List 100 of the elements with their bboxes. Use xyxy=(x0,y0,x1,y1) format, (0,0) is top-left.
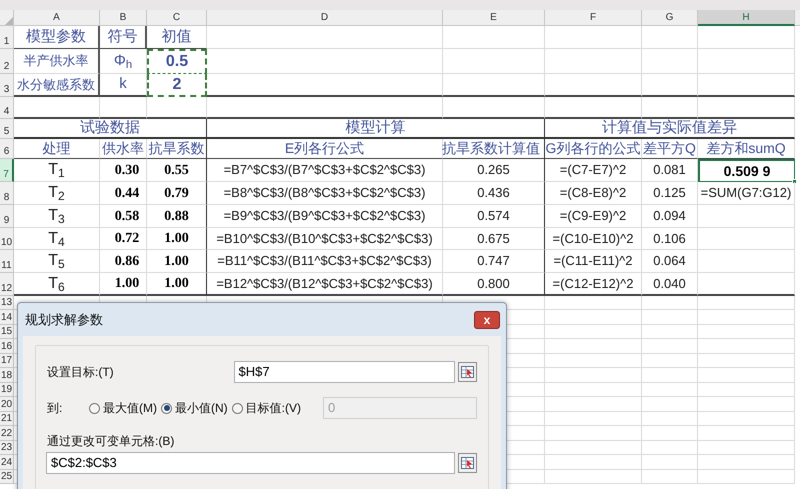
row-header[interactable]: 22 xyxy=(0,428,12,440)
treatment-label: T$_{2}$ xyxy=(48,183,65,205)
empty-cell xyxy=(642,412,698,426)
formula-text: =B11^$C$3/(B11^$C$3+$C$2^$C$3) xyxy=(217,252,432,270)
drought-coefficient: 0.79 xyxy=(164,184,189,202)
target-field[interactable]: $H$7 xyxy=(234,361,455,383)
row-header[interactable]: 25 xyxy=(0,471,12,483)
column-header[interactable]: E xyxy=(490,10,497,25)
formula-text: =B10^$C$3/(B10^$C$3+$C$2^$C$3) xyxy=(216,230,433,248)
computed-value: 0.675 xyxy=(477,230,510,248)
changing-cells-field[interactable]: $C$2:$C$3 xyxy=(46,452,455,474)
changing-cells-label: 通过更改可变单元格:(B) xyxy=(47,433,176,449)
empty-cell xyxy=(642,426,698,440)
range-picker-icon xyxy=(461,366,474,378)
column-label: 处理 xyxy=(42,139,70,158)
empty-cell xyxy=(642,339,698,354)
empty-cell xyxy=(642,97,698,119)
objective-radio[interactable]: 目标值:(V) xyxy=(232,399,302,417)
formula-text: =(C12-E12)^2 xyxy=(552,274,634,293)
section-title: 模型计算 xyxy=(346,118,406,138)
range-picker-button[interactable] xyxy=(458,362,477,382)
to-label: 到: xyxy=(47,400,64,417)
empty-cell xyxy=(642,49,698,74)
empty-cell xyxy=(642,368,698,382)
formula-text: =(C7-E7)^2 xyxy=(560,161,626,180)
row-header[interactable]: 14 xyxy=(0,312,12,324)
column-label: 差方和sumQ xyxy=(706,139,786,158)
empty-cell xyxy=(147,97,207,119)
column-header[interactable]: C xyxy=(172,10,180,25)
empty-cell xyxy=(642,470,698,484)
column-header[interactable]: B xyxy=(120,10,126,25)
row-header[interactable]: 23 xyxy=(0,442,12,454)
computed-value: 0.436 xyxy=(477,184,510,202)
treatment-label: T$_{6}$ xyxy=(48,274,65,296)
column-label: 差平方Q xyxy=(643,139,696,158)
squared-difference: 0.106 xyxy=(653,230,686,248)
empty-cell xyxy=(642,324,698,339)
empty-cell xyxy=(642,382,698,397)
close-button[interactable]: x xyxy=(474,310,500,328)
section-title: 计算值与实际值差异 xyxy=(602,118,737,138)
cell-value: =SUM(G7:G12) xyxy=(700,184,792,202)
supply-rate: 0.86 xyxy=(114,252,140,270)
range-picker-button[interactable] xyxy=(458,453,477,473)
row-header[interactable]: 15 xyxy=(0,326,12,338)
column-label: 抗旱系数计算值 xyxy=(442,139,540,158)
empty-cell xyxy=(642,354,698,368)
fill-handle[interactable] xyxy=(792,179,797,184)
row-header[interactable]: 18 xyxy=(0,370,12,382)
parameter-symbol: Φ$_{h}$ xyxy=(114,50,132,72)
column-label: 供水率 xyxy=(102,139,144,158)
column-label: 抗旱系数 xyxy=(148,139,204,158)
formula-text: =(C11-E11)^2 xyxy=(554,252,632,270)
row-header[interactable]: 19 xyxy=(0,384,12,396)
column-label: G列各行的公式 xyxy=(546,139,640,158)
column-header[interactable]: A xyxy=(53,10,60,25)
formula-text: =(C9-E9)^2 xyxy=(560,207,626,226)
squared-difference: 0.125 xyxy=(653,184,686,202)
row-header[interactable]: 21 xyxy=(0,413,12,425)
drought-coefficient: 1.00 xyxy=(164,252,189,270)
drought-coefficient: 1.00 xyxy=(164,275,189,293)
formula-text: =(C8-E8)^2 xyxy=(560,184,626,202)
row-header[interactable]: 13 xyxy=(0,297,12,309)
range-picker-icon xyxy=(461,457,474,469)
column-header[interactable]: G xyxy=(666,10,674,25)
treatment-label: T$_{5}$ xyxy=(48,251,65,273)
treatment-label: T$_{3}$ xyxy=(48,206,65,228)
computed-value: 0.800 xyxy=(477,274,510,293)
empty-cell xyxy=(642,74,698,97)
row-header[interactable]: 20 xyxy=(0,398,12,410)
empty-cell xyxy=(642,397,698,412)
column-header[interactable]: H xyxy=(742,10,750,24)
row-header[interactable]: 24 xyxy=(0,456,12,468)
objective-radio[interactable]: 最小值(N) xyxy=(161,399,228,417)
row-header[interactable]: 16 xyxy=(0,340,12,352)
computed-value: 0.265 xyxy=(477,161,510,180)
empty-cell xyxy=(642,455,698,470)
squared-difference: 0.040 xyxy=(653,274,686,293)
empty-cell xyxy=(642,310,698,324)
objective-radio[interactable]: 最大值(M) xyxy=(89,399,157,417)
parameter-name: 水分敏感系数 xyxy=(17,76,95,94)
target-label: 设置目标:(T) xyxy=(47,364,115,381)
formula-text: =B9^$C$3/(B9^$C$3+$C$2^$C$3) xyxy=(224,207,426,226)
parameter-symbol: k xyxy=(119,74,127,94)
row-header[interactable]: 17 xyxy=(0,355,12,367)
supply-rate: 1.00 xyxy=(114,275,140,293)
parameter-value: 0.5 xyxy=(166,52,188,72)
parameter-value: 2 xyxy=(172,74,182,94)
column-label: 初值 xyxy=(162,26,192,47)
column-header[interactable]: D xyxy=(320,10,328,25)
drought-coefficient: 0.88 xyxy=(164,208,189,226)
squared-difference: 0.094 xyxy=(653,207,686,226)
empty-cell xyxy=(642,26,698,49)
column-label: E列各行公式 xyxy=(284,139,364,158)
squared-difference: 0.081 xyxy=(653,161,686,180)
formula-text: =(C10-E10)^2 xyxy=(552,230,634,248)
column-header[interactable]: F xyxy=(590,10,596,25)
squared-difference: 0.064 xyxy=(653,252,686,270)
formula-text: =B12^$C$3/(B12^$C$3+$C$2^$C$3) xyxy=(216,274,433,293)
supply-rate: 0.30 xyxy=(114,162,140,180)
formula-text: =B7^$C$3/(B7^$C$3+$C$2^$C$3) xyxy=(224,161,426,180)
